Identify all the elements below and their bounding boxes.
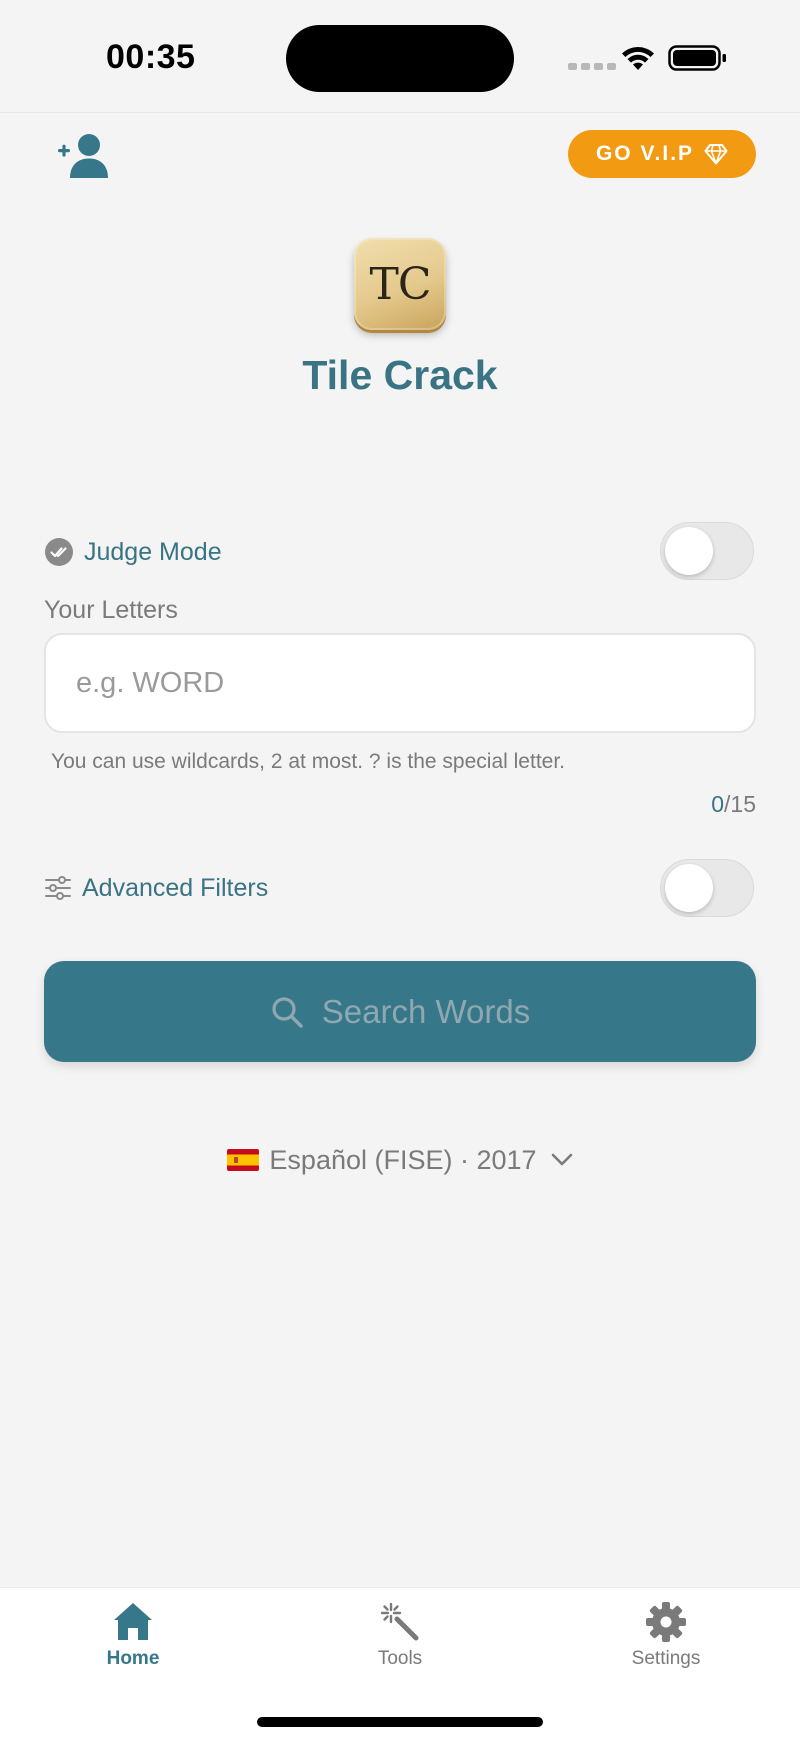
toggle-knob — [665, 527, 713, 575]
letter-max: /15 — [724, 791, 756, 817]
header-divider — [0, 112, 800, 113]
judge-mode-label: Judge Mode — [84, 537, 222, 566]
tab-tools-label: Tools — [377, 1648, 423, 1669]
judge-mode-row: Judge Mode — [44, 530, 222, 574]
tab-tools[interactable]: Tools — [320, 1600, 480, 1670]
search-icon — [272, 996, 303, 1028]
home-icon — [114, 1603, 152, 1640]
battery-icon — [668, 45, 726, 71]
go-vip-button[interactable]: GO V.I.P — [568, 130, 756, 178]
your-letters-label: Your Letters — [44, 596, 178, 624]
advanced-filters-toggle[interactable] — [660, 859, 754, 917]
wildcard-helper-text: You can use wildcards, 2 at most. ? is t… — [51, 750, 565, 773]
language-label: Español (FISE) · 2017 — [269, 1144, 537, 1175]
home-indicator — [257, 1717, 543, 1727]
double-check-icon — [45, 538, 73, 566]
tab-settings[interactable]: Settings — [586, 1600, 746, 1670]
judge-mode-toggle[interactable] — [660, 522, 754, 580]
app-title: Tile Crack — [302, 352, 498, 398]
diamond-icon — [704, 144, 728, 165]
advanced-filters-row: Advanced Filters — [44, 866, 268, 910]
search-words-button[interactable]: Search Words — [44, 961, 756, 1062]
toggle-knob — [665, 864, 713, 912]
status-bar: 00:35 — [0, 0, 800, 112]
language-selector[interactable]: Español (FISE) · 2017 — [0, 1140, 800, 1180]
magic-wand-icon — [380, 1602, 419, 1641]
letter-count: 0 — [711, 791, 725, 817]
cellular-dots-icon — [568, 63, 616, 70]
dynamic-island — [286, 25, 514, 92]
app-logo-text: TC — [369, 258, 431, 310]
letter-counter: 0/15 — [711, 791, 756, 818]
sliders-icon — [45, 876, 71, 900]
tab-home-label: Home — [106, 1648, 160, 1669]
vip-button-label: GO V.I.P — [595, 142, 695, 165]
letters-input[interactable] — [44, 633, 756, 733]
tab-settings-label: Settings — [631, 1648, 701, 1669]
tab-bar: Home Tools Settings — [0, 1587, 800, 1738]
gear-icon — [646, 1602, 686, 1642]
wifi-icon — [622, 47, 654, 70]
advanced-filters-label: Advanced Filters — [82, 873, 269, 902]
spain-flag-icon — [227, 1149, 260, 1171]
search-button-label: Search Words — [321, 992, 531, 1030]
app-logo: TC — [354, 238, 446, 330]
add-user-icon[interactable] — [56, 128, 112, 184]
tab-home[interactable]: Home — [53, 1600, 213, 1670]
status-time: 00:35 — [106, 38, 196, 76]
chevron-down-icon — [551, 1153, 572, 1166]
